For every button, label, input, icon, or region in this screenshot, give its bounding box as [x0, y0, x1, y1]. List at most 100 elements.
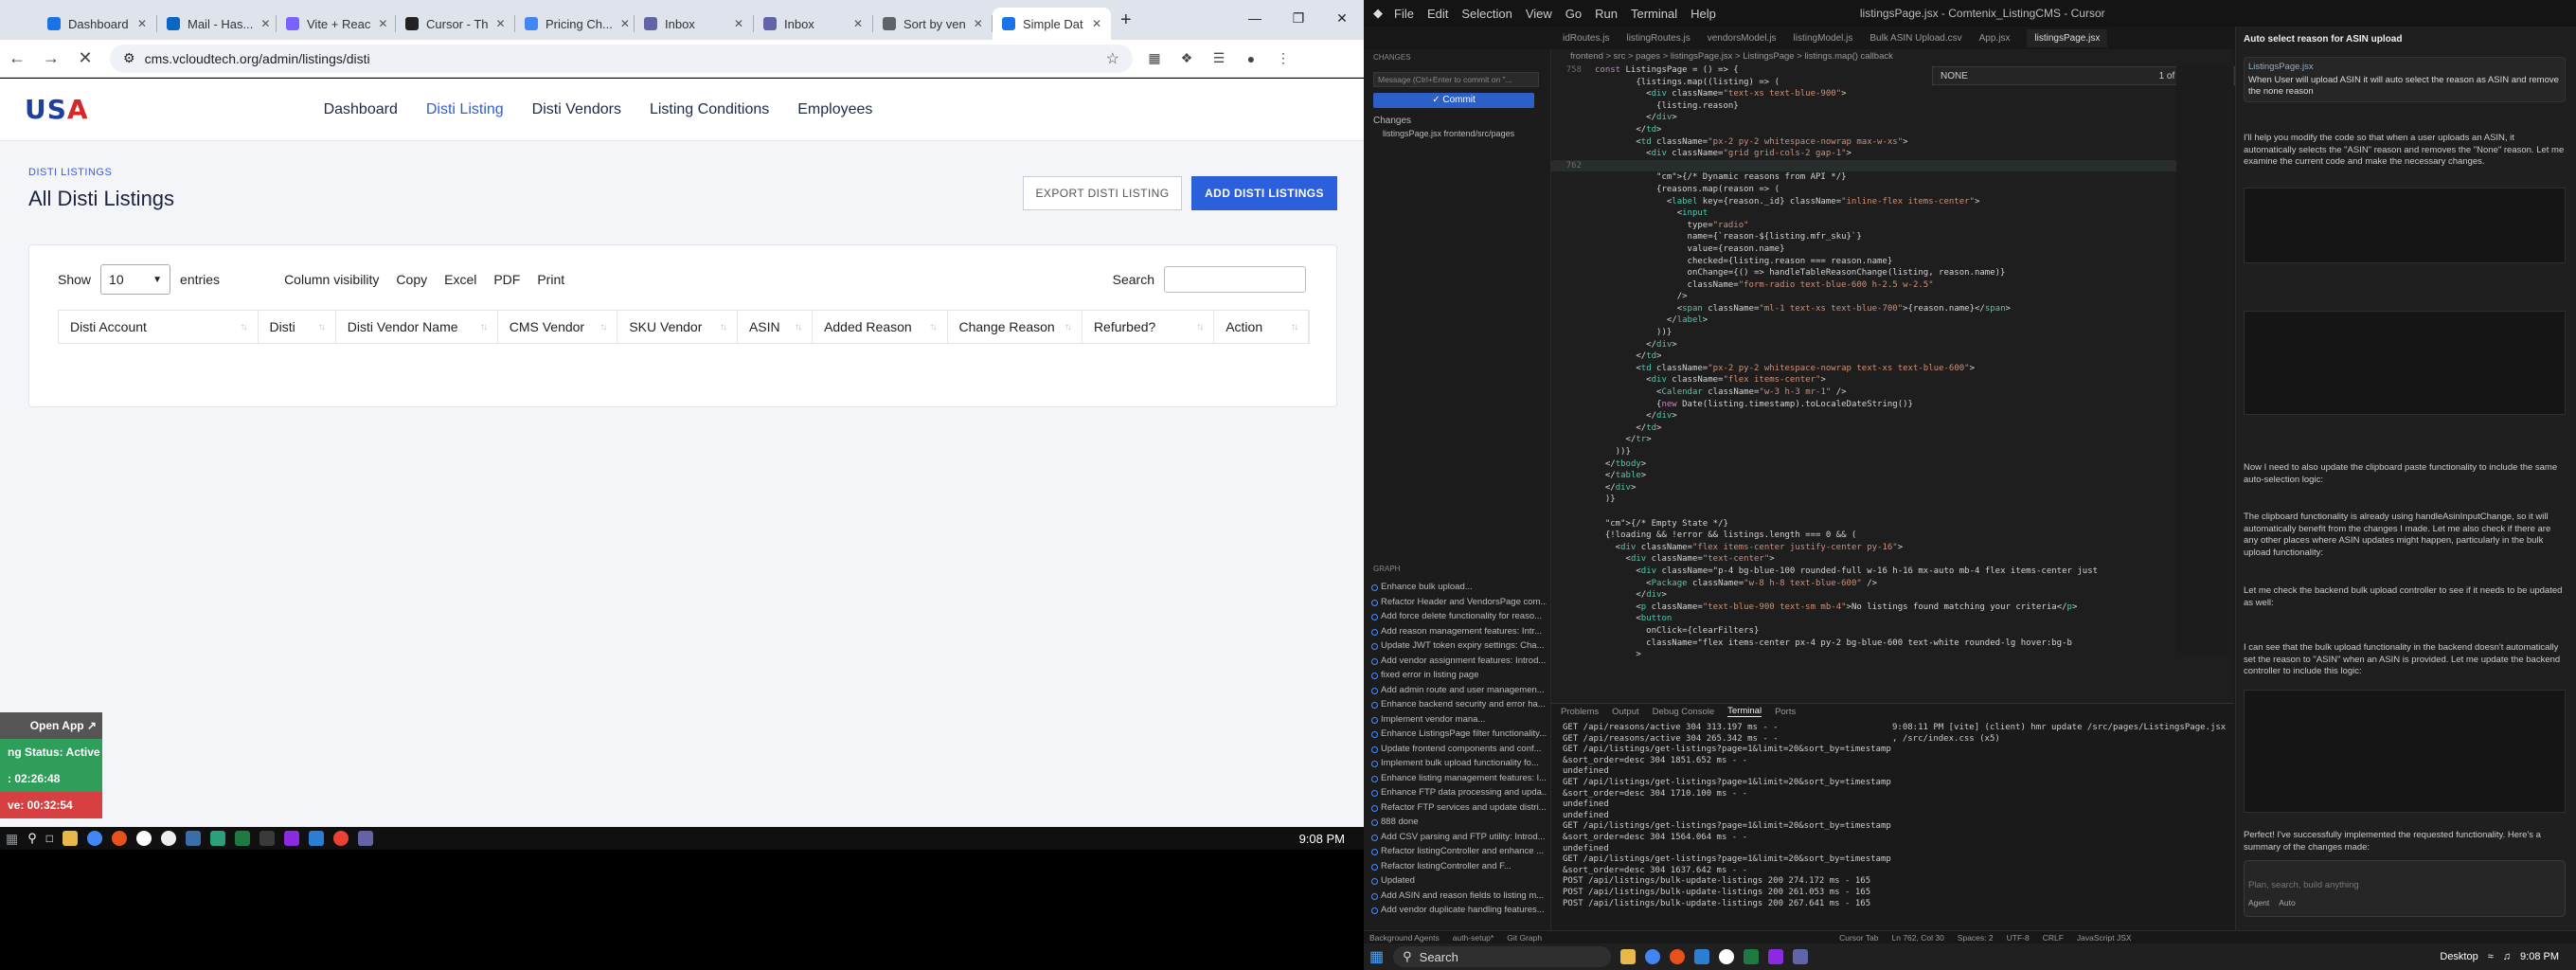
- git-commit-item[interactable]: Add admin route and user managemen...: [1371, 683, 1547, 698]
- tab-close-icon[interactable]: ✕: [137, 17, 147, 30]
- editor-tab[interactable]: listingRoutes.js: [1626, 33, 1690, 44]
- menu-run[interactable]: Run: [1595, 7, 1618, 21]
- usa-logo[interactable]: USA: [25, 94, 89, 125]
- git-commit-item[interactable]: Update frontend components and conf...: [1371, 742, 1547, 757]
- status-item[interactable]: auth-setup*: [1453, 933, 1494, 943]
- browser-tab[interactable]: Dashboard ✕: [38, 8, 156, 40]
- find-input[interactable]: NONE: [1941, 71, 1968, 81]
- git-commit-item[interactable]: Enhance FTP data processing and upda...: [1371, 785, 1547, 800]
- back-icon[interactable]: ←: [0, 48, 34, 68]
- puzzle-icon[interactable]: ❖: [1176, 48, 1197, 69]
- onenote-icon[interactable]: [284, 831, 300, 846]
- teams-icon[interactable]: [358, 831, 374, 846]
- browser-tab[interactable]: Sort by ven ✕: [873, 8, 992, 40]
- git-commit-item[interactable]: Refactor listingController and F...: [1371, 859, 1547, 874]
- git-commit-item[interactable]: Add CSV parsing and FTP utility: Introd.…: [1371, 830, 1547, 845]
- column-header-action[interactable]: Action ↑↓: [1214, 311, 1309, 343]
- model-selector[interactable]: Auto: [2279, 898, 2296, 907]
- entries-select[interactable]: 10 ▼: [100, 264, 171, 295]
- git-commit-item[interactable]: Enhance ListingsPage filter functionalit…: [1371, 727, 1547, 742]
- git-commit-item[interactable]: Refactor listingController and enhance .…: [1371, 844, 1547, 859]
- status-item[interactable]: Cursor Tab: [1839, 933, 1878, 943]
- git-commit-item[interactable]: Enhance bulk upload...: [1371, 580, 1547, 595]
- url-omnibox[interactable]: ⚙ cms.vcloudtech.org/admin/listings/dist…: [110, 44, 1133, 73]
- git-commit-item[interactable]: Enhance listing management features: l..…: [1371, 771, 1547, 786]
- firefox-icon[interactable]: [1670, 949, 1686, 964]
- panel-tab-problems[interactable]: Problems: [1561, 707, 1599, 717]
- column-header-sku-vendor[interactable]: SKU Vendor ↑↓: [617, 311, 738, 343]
- wifi-icon[interactable]: ≈: [2488, 951, 2494, 962]
- status-item[interactable]: UTF-8: [2007, 933, 2030, 943]
- menu-view[interactable]: View: [1526, 7, 1552, 21]
- search-icon[interactable]: ⚲: [27, 831, 37, 846]
- nav-link-disti-listing[interactable]: Disti Listing: [426, 101, 504, 118]
- editor-breadcrumb[interactable]: frontend > src > pages > listingsPage.js…: [1551, 49, 2233, 64]
- status-item[interactable]: Spaces: 2: [1958, 933, 1994, 943]
- menu-help[interactable]: Help: [1690, 7, 1716, 21]
- chat-input[interactable]: Plan, search, build anything Agent Auto: [2244, 860, 2566, 917]
- volume-icon[interactable]: ♫: [2503, 951, 2511, 962]
- app-icon-3[interactable]: [186, 831, 202, 846]
- restore-icon[interactable]: ❐: [1277, 0, 1320, 36]
- git-commit-item[interactable]: Refactor Header and VendorsPage com...: [1371, 595, 1547, 610]
- git-commit-item[interactable]: Add force delete functionality for reaso…: [1371, 609, 1547, 624]
- excel-icon[interactable]: [235, 831, 251, 846]
- tab-close-icon[interactable]: ✕: [260, 17, 270, 30]
- stop-icon[interactable]: ✕: [68, 48, 102, 68]
- browser-tab[interactable]: Vite + Reac ✕: [277, 8, 395, 40]
- windows-start-icon[interactable]: ▦: [1369, 947, 1384, 966]
- app-icon-4[interactable]: [210, 831, 226, 846]
- close-icon[interactable]: ✕: [1320, 0, 1364, 36]
- tab-close-icon[interactable]: ✕: [853, 17, 863, 30]
- column-header-change-reason[interactable]: Change Reason ↑↓: [948, 311, 1082, 343]
- editor-tab[interactable]: listingModel.js: [1794, 33, 1853, 44]
- git-commit-item[interactable]: Updated: [1371, 873, 1547, 889]
- editor-tab[interactable]: idRoutes.js: [1563, 33, 1609, 44]
- bookmark-star-icon[interactable]: ☆: [1106, 49, 1119, 68]
- commit-button[interactable]: ✓ Commit: [1373, 93, 1534, 108]
- teams-icon[interactable]: [1793, 949, 1809, 964]
- changed-file-item[interactable]: listingsPage.jsx frontend/src/pages: [1383, 129, 1514, 138]
- browser-tab[interactable]: Mail - Has... ✕: [157, 8, 276, 40]
- editor-minimap[interactable]: [2176, 66, 2233, 654]
- column-header-disti-account[interactable]: Disti Account ↑↓: [59, 311, 259, 343]
- tab-close-icon[interactable]: ✕: [734, 17, 743, 30]
- vscode-icon[interactable]: [1694, 949, 1710, 964]
- cursor-icon[interactable]: [259, 831, 276, 846]
- tab-close-icon[interactable]: ✕: [1092, 17, 1101, 30]
- app-icon[interactable]: [136, 831, 152, 846]
- minimize-icon[interactable]: —: [1233, 0, 1277, 36]
- menu-selection[interactable]: Selection: [1461, 7, 1512, 21]
- add-disti-listings-button[interactable]: ADD DISTI LISTINGS: [1191, 176, 1337, 210]
- browser-tab[interactable]: Cursor - Th ✕: [396, 8, 514, 40]
- git-commit-item[interactable]: Enhance backend security and error ha...: [1371, 697, 1547, 712]
- git-commit-item[interactable]: Add vendor duplicate handling features..…: [1371, 903, 1547, 918]
- column-header-disti-vendor-name[interactable]: Disti Vendor Name ↑↓: [336, 311, 498, 343]
- media-icon[interactable]: ☰: [1208, 48, 1229, 69]
- status-item[interactable]: CRLF: [2043, 933, 2064, 943]
- column-header-cms-vendor[interactable]: CMS Vendor ↑↓: [498, 311, 618, 343]
- dt-column-visibility-button[interactable]: Column visibility: [284, 272, 379, 287]
- task-view-icon[interactable]: □: [46, 832, 53, 845]
- column-header-refurbed-[interactable]: Refurbed? ↑↓: [1082, 311, 1215, 343]
- column-header-added-reason[interactable]: Added Reason ↑↓: [813, 311, 948, 343]
- editor-tab[interactable]: Bulk ASIN Upload.csv: [1869, 33, 1961, 44]
- code-diff-block-3[interactable]: [2244, 690, 2566, 813]
- column-header-disti[interactable]: Disti ↑↓: [259, 311, 336, 343]
- menu-edit[interactable]: Edit: [1427, 7, 1448, 21]
- onenote-icon[interactable]: [1768, 949, 1784, 964]
- git-commit-item[interactable]: Implement vendor mana...: [1371, 712, 1547, 728]
- file-explorer-icon[interactable]: [1620, 949, 1637, 964]
- windows-start-icon[interactable]: ▦: [6, 831, 18, 847]
- nav-link-listing-conditions[interactable]: Listing Conditions: [650, 101, 769, 118]
- menu-kebab-icon[interactable]: ⋮: [1273, 48, 1294, 69]
- git-commit-item[interactable]: Refactor FTP services and update distri.…: [1371, 800, 1547, 816]
- code-editor[interactable]: frontend > src > pages > listingsPage.js…: [1551, 49, 2233, 703]
- excel-icon[interactable]: [1744, 949, 1760, 964]
- profile-icon[interactable]: ●: [1241, 48, 1261, 69]
- vscode-icon[interactable]: [309, 831, 325, 846]
- git-commit-item[interactable]: Update JWT token expiry settings: Cha...: [1371, 638, 1547, 654]
- terminal-panel[interactable]: Problems Output Debug Console Terminal Ports…: [1551, 703, 2233, 930]
- agent-mode-selector[interactable]: Agent: [2248, 898, 2269, 907]
- git-commit-item[interactable]: 888 done: [1371, 815, 1547, 830]
